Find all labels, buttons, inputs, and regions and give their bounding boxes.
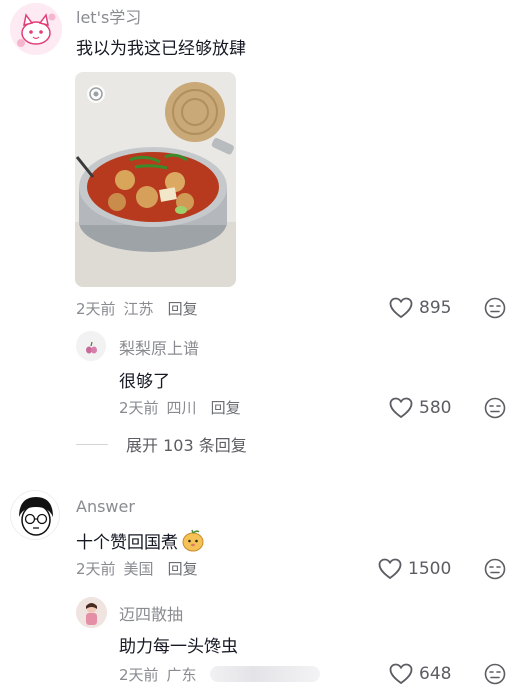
reply-text: 助力每一头馋虫 [119,637,238,657]
comment-username[interactable]: Answer [76,497,135,516]
reply-username[interactable]: 梨梨原上谱 [119,335,199,359]
reply-location: 广东 [166,666,197,684]
like-button[interactable]: 580 [389,397,451,419]
cute-pear-emoji-icon [182,529,204,552]
comment-meta: 2天前 美国 回复 [76,558,198,579]
reply-avatar[interactable] [76,597,107,628]
reply-time: 2天前 [119,666,159,684]
like-count: 580 [419,398,452,418]
reply-button[interactable]: 回复 [211,397,241,418]
comment-meta: 2天前 江苏 回复 [76,298,198,319]
like-count: 895 [419,298,452,318]
heart-outline-icon [378,558,402,580]
dislike-face-icon[interactable] [484,297,506,319]
comment-location: 江苏 [123,300,154,318]
comment-username[interactable]: let's学习 [76,4,141,28]
hotpot-photo-image [75,72,236,287]
pear-avatar-icon [76,331,106,361]
comment-photo[interactable] [75,72,236,287]
comment-text: 十个赞回国煮 [76,527,206,553]
reply-username[interactable]: 迈四散抽 [119,601,183,625]
reply-button[interactable]: 回复 [168,558,198,579]
comment-text: 我以为我这已经够放肆 [76,39,246,59]
reply-avatar[interactable] [76,331,106,361]
dislike-face-icon[interactable] [484,397,506,419]
user-avatar[interactable] [10,490,60,540]
like-button[interactable]: 648 [389,663,451,685]
cat-avatar-icon [10,3,62,55]
comment-text-content: 十个赞回国煮 [76,532,178,553]
expand-replies-label: 展开 103 条回复 [126,436,247,455]
comment-time: 2天前 [76,300,116,318]
obscured-watermark [210,666,320,682]
heart-outline-icon [389,663,413,685]
reply-meta: 2天前 四川 回复 [119,397,241,418]
comment-location: 美国 [123,560,154,578]
dislike-face-icon[interactable] [484,663,506,685]
girl-photo-avatar-icon [76,597,107,628]
reply-meta: 2天前 广东 [119,664,197,685]
reply-text: 很够了 [119,372,170,392]
expand-replies-button[interactable]: 展开 103 条回复 [76,432,247,456]
like-button[interactable]: 895 [389,297,451,319]
cartoon-boy-avatar-icon [11,491,59,539]
reply-time: 2天前 [119,399,159,417]
reply-location: 四川 [166,399,197,417]
like-count: 648 [419,664,452,684]
expand-divider [76,443,108,445]
dislike-face-icon[interactable] [484,558,506,580]
heart-outline-icon [389,297,413,319]
reply-button[interactable]: 回复 [168,298,198,319]
heart-outline-icon [389,397,413,419]
like-button[interactable]: 1500 [378,558,451,580]
user-avatar[interactable] [10,3,62,55]
comment-time: 2天前 [76,560,116,578]
like-count: 1500 [408,559,452,579]
